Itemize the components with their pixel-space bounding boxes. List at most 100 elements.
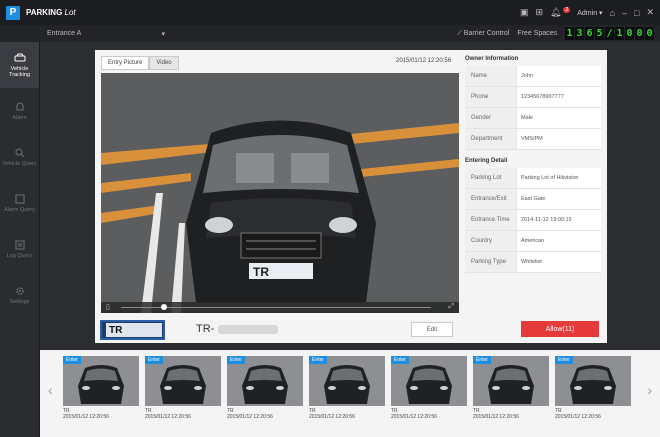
- owner-info-title: Owner Information: [465, 56, 519, 62]
- close-icon[interactable]: ✕: [646, 7, 654, 18]
- field-label: Gender: [465, 108, 517, 128]
- owner-row-department: Department VMS/PM: [465, 129, 601, 150]
- thumbnail-time: 2015/01/12 12:20:56: [555, 414, 601, 420]
- detail-row-entrance-time: Entrance Time 2014-11-12 19:00:15: [465, 210, 601, 231]
- entering-detail-title: Entering Detail: [465, 158, 508, 164]
- edit-button[interactable]: Edit: [411, 322, 453, 337]
- thumbnail-image: Enter: [555, 356, 631, 406]
- plate-snapshot: TR: [100, 320, 165, 340]
- enter-tag: Enter: [309, 356, 327, 364]
- free-spaces-digit: 5: [595, 27, 604, 40]
- detail-row-parking-type: Parking Type Whitelist: [465, 252, 601, 273]
- app-title-rest: Lot: [64, 8, 76, 17]
- layout-icon[interactable]: ⊞: [535, 7, 543, 18]
- thumbnail-time: 2015/01/12 12:20:56: [309, 414, 355, 420]
- field-value: East Gate: [521, 196, 546, 202]
- alarm-query-icon: [15, 194, 24, 203]
- play-icon[interactable]: ▯: [106, 303, 110, 311]
- field-label: Entrance Time: [465, 210, 517, 230]
- sidebar-item-settings[interactable]: Settings: [0, 272, 39, 318]
- barrier-control-button[interactable]: ⟋ Barrier Control: [457, 30, 509, 38]
- thumbnail-image: Enter: [227, 356, 303, 406]
- field-value: John: [521, 73, 533, 79]
- field-label: Department: [465, 129, 517, 149]
- field-value: Male: [521, 115, 533, 121]
- capture-thumbnail[interactable]: Enter TR 2015/01/12 12:20:56: [63, 356, 139, 420]
- sidebar-item-vehicle-tracking[interactable]: Vehicle Tracking: [0, 42, 39, 88]
- capture-thumbnail[interactable]: Enter TR 2015/01/12 12:20:56: [391, 356, 467, 420]
- thumbnail-time: 2015/01/12 12:20:56: [145, 414, 191, 420]
- sidebar-item-label: Vehicle Tracking: [9, 65, 30, 78]
- enter-tag: Enter: [63, 356, 81, 364]
- entering-detail-table: Parking Lot Parking Lot of Hikvision Entr…: [465, 168, 601, 273]
- sidebar-item-label: Alarm Query: [4, 206, 35, 213]
- user-name: Admin: [577, 9, 598, 17]
- capture-timestamp: 2015/01/12 12:20:56: [396, 58, 452, 64]
- free-spaces-digit: /: [605, 27, 614, 40]
- allow-button[interactable]: Allow(11): [521, 321, 599, 337]
- capture-thumbnail[interactable]: Enter TR 2015/01/12 12:20:56: [227, 356, 303, 420]
- enter-tag: Enter: [227, 356, 245, 364]
- lock-icon[interactable]: ⌂: [610, 8, 615, 18]
- owner-info-table: Name John Phone 12345678907777 Gender Male …: [465, 66, 601, 150]
- capture-thumbnail[interactable]: Enter TR 2015/01/12 12:20:56: [309, 356, 385, 420]
- alarm-bell-icon: [16, 102, 23, 110]
- monitor-icon[interactable]: ▣: [520, 7, 529, 18]
- bell-icon[interactable]: 🔔︎: [550, 7, 561, 18]
- thumbnail-time: 2015/01/12 12:20:56: [63, 414, 109, 420]
- field-value: Whitelist: [521, 259, 542, 265]
- picture-tabs: Entry Picture Video: [101, 56, 179, 70]
- sidebar-item-label: Settings: [9, 298, 30, 305]
- user-menu[interactable]: Admin ▾: [577, 9, 602, 17]
- field-label: Parking Lot: [465, 168, 517, 188]
- notification-badge: 2: [563, 6, 571, 13]
- enter-tag: Enter: [391, 356, 409, 364]
- thumbnail-image: Enter: [63, 356, 139, 406]
- sidebar-item-alarm-query[interactable]: Alarm Query: [0, 180, 39, 226]
- plate-snapshot-text: TR: [106, 323, 162, 337]
- redacted-plate: [218, 324, 279, 334]
- entrance-select[interactable]: Entrance A ▾: [47, 30, 165, 38]
- parking-lot-app: P PARKING Lot ▣ ⊞ 🔔︎ 2 Admin ▾ ⌂ – □ ✕ E…: [0, 0, 660, 437]
- capture-thumbnail[interactable]: Enter TR 2015/01/12 12:20:56: [473, 356, 549, 420]
- owner-row-name: Name John: [465, 66, 601, 87]
- field-value: VMS/PM: [521, 136, 543, 142]
- tab-video[interactable]: Video: [149, 56, 179, 70]
- fullscreen-icon[interactable]: ⤢: [448, 303, 454, 311]
- chevron-left-icon[interactable]: ‹: [48, 382, 53, 398]
- title-bar: P PARKING Lot ▣ ⊞ 🔔︎ 2 Admin ▾ ⌂ – □ ✕: [0, 0, 660, 25]
- capture-strip: ‹ Enter TR 2015/01/12 12:20:56 Enter TR 2015/…: [40, 350, 660, 437]
- video-feed[interactable]: TR: [101, 73, 459, 313]
- minimize-icon[interactable]: –: [622, 8, 627, 18]
- field-label: Country: [465, 231, 517, 251]
- barrier-control-label: Barrier Control: [463, 29, 510, 37]
- sub-bar: Entrance A ▾ ⟋ Barrier Control Free Spac…: [0, 25, 660, 42]
- field-value: Parking Lot of Hikvision: [521, 175, 579, 181]
- tab-entry-picture[interactable]: Entry Picture: [101, 56, 150, 70]
- video-plate-text: TR: [253, 265, 269, 279]
- free-spaces-digit: 1: [565, 27, 574, 40]
- sidebar: Vehicle Tracking Alarm Vehicle Query Ala…: [0, 42, 40, 437]
- free-spaces-digit: 0: [625, 27, 634, 40]
- chevron-down-icon: ▾: [161, 30, 165, 38]
- free-spaces-digit: 3: [575, 27, 584, 40]
- field-label: Phone: [465, 87, 517, 107]
- owner-row-gender: Gender Male: [465, 108, 601, 129]
- enter-tag: Enter: [555, 356, 573, 364]
- thumbnail-time: 2015/01/12 12:20:56: [391, 414, 437, 420]
- seek-bar[interactable]: [121, 307, 431, 308]
- sidebar-item-log-query[interactable]: Log Query: [0, 226, 39, 272]
- thumbnail-image: Enter: [473, 356, 549, 406]
- field-label: Name: [465, 66, 517, 86]
- capture-thumbnail[interactable]: Enter TR 2015/01/12 12:20:56: [555, 356, 631, 420]
- capture-thumbnail[interactable]: Enter TR 2015/01/12 12:20:56: [145, 356, 221, 420]
- maximize-icon[interactable]: □: [634, 8, 639, 18]
- seek-handle[interactable]: [161, 304, 167, 310]
- free-spaces-label: Free Spaces: [517, 30, 557, 37]
- sidebar-item-alarm[interactable]: Alarm: [0, 88, 39, 134]
- sidebar-item-vehicle-query[interactable]: Vehicle Query: [0, 134, 39, 180]
- free-spaces-digit: 0: [635, 27, 644, 40]
- sidebar-item-label: Alarm: [12, 114, 27, 121]
- search-icon: [15, 148, 24, 157]
- chevron-right-icon[interactable]: ›: [647, 382, 652, 398]
